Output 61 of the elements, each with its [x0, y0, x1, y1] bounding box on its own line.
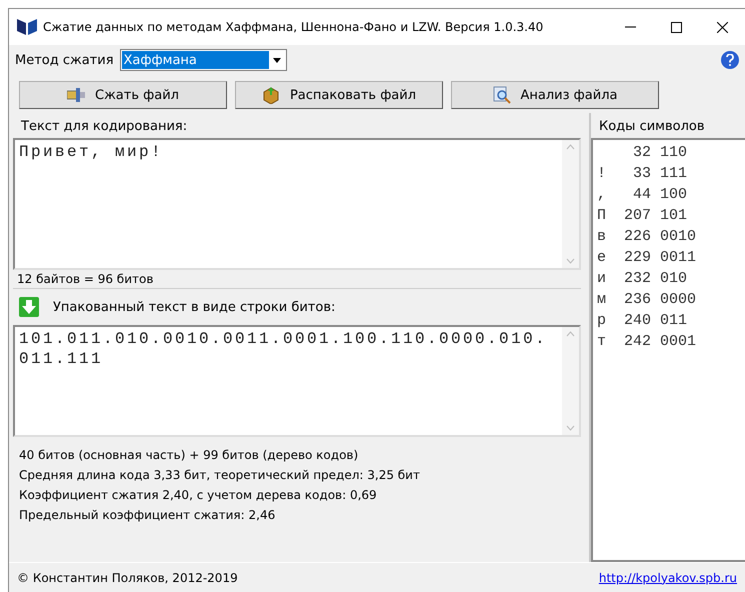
source-text-area[interactable]: Привет, мир! [13, 138, 581, 270]
symbol-code: 226 [624, 228, 651, 245]
stats-line: Коэффициент сжатия 2,40, с учетом дерева кодов: 0,69 [18, 487, 378, 503]
symbol-bits: 111 [660, 164, 688, 184]
toolbar-button[interactable]: Распаковать файл [235, 81, 443, 109]
window-title: Сжатие данных по методам Хаффмана, Шеннона-Фано и LZW. Версия 1.0.3.40 [43, 20, 544, 34]
scroll-down-icon[interactable] [566, 425, 575, 431]
app-logo-icon [17, 19, 37, 35]
symbol-bits: 0000 [660, 290, 696, 310]
maximize-icon [670, 22, 682, 32]
stats-line: Предельный коэффициент сжатия: 2,46 [18, 507, 276, 523]
scroll-up-icon[interactable] [566, 331, 575, 337]
symbol-code: 240 [624, 312, 651, 329]
symbol-bits: 100 [660, 185, 688, 205]
source-label: Текст для кодирования: [20, 118, 188, 136]
minimize-icon [624, 26, 636, 28]
symbol-char: м [597, 291, 606, 308]
press-icon [67, 87, 86, 103]
symbol-code: 33 [632, 165, 651, 182]
package-icon [262, 86, 280, 104]
symbol-char: ! [597, 165, 606, 182]
symbol-char: , [597, 186, 606, 203]
symbol-char: р [597, 312, 606, 329]
copyright-text: © Константин Поляков, 2012-2019 [17, 570, 238, 584]
symbol-code: 207 [624, 207, 651, 224]
symbol-char: в [597, 228, 606, 245]
scroll-down-icon[interactable] [566, 258, 575, 264]
symbol-char: е [597, 249, 606, 266]
scroll-up-icon[interactable] [566, 144, 575, 150]
stats-line: 40 битов (основная часть) + 99 битов (дерево кодов) [18, 447, 360, 463]
symbol-bits: 110 [660, 143, 688, 163]
symbol-bits: 0001 [660, 332, 696, 352]
download-arrow-icon [19, 297, 39, 317]
symbol-bits: 0011 [660, 248, 696, 268]
symbol-code: 229 [624, 249, 651, 266]
symbol-code: 236 [624, 291, 651, 308]
method-label: Метод сжатия [15, 52, 114, 68]
magnifier-icon [492, 86, 511, 104]
method-dropdown[interactable]: Хаффмана [120, 49, 287, 71]
website-link[interactable]: http://kpolyakov.spb.ru [598, 570, 737, 584]
symbol-code: 32 [632, 144, 651, 161]
symbol-bits: 011 [660, 311, 688, 331]
help-icon[interactable] [721, 51, 739, 69]
symbol-code: 44 [632, 186, 651, 203]
close-icon [716, 22, 728, 32]
symbol-char: П [597, 207, 606, 224]
toolbar-button[interactable]: Анализ файла [451, 81, 659, 109]
stats-line: Средняя длина кода 3,33 бит, теоретический предел: 3,25 бит [18, 467, 421, 483]
packed-text-area[interactable]: 101.011.010.0010.0011.0001.100.110.0000.010.011.111 [13, 325, 581, 437]
symbol-char: и [597, 270, 606, 287]
symbol-code: 232 [624, 270, 651, 287]
symbol-bits: 010 [660, 269, 688, 289]
source-size-text: 12 байтов = 96 битов [13, 270, 581, 289]
packed-label: Упакованный текст в виде строки битов: [53, 300, 336, 314]
symbol-code: 242 [624, 333, 651, 350]
dropdown-arrow-icon [272, 58, 281, 62]
codes-label: Коды символов [598, 118, 706, 136]
symbol-char: т [597, 333, 606, 350]
symbol-bits: 101 [660, 206, 688, 226]
symbol-bits: 0010 [660, 227, 696, 247]
toolbar-button[interactable]: Сжать файл [19, 81, 227, 109]
